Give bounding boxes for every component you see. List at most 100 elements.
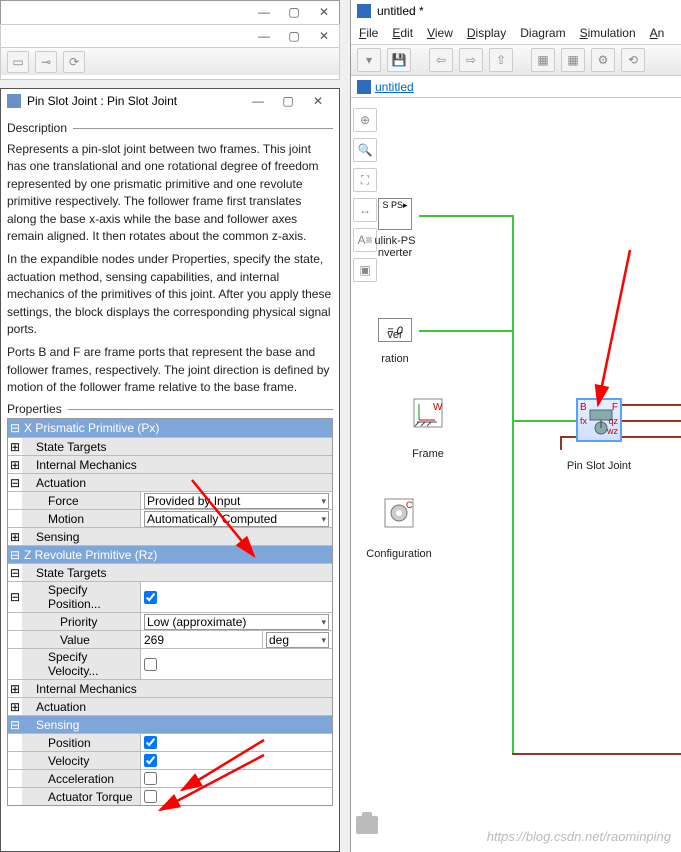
menu-diagram[interactable]: Diagram [520,22,565,44]
expand-icon[interactable]: ⊞ [8,680,22,697]
block-solver[interactable]: = 0 ver ration [378,318,412,342]
properties-grid: ⊟ X Prismatic Primitive (Px) ⊞ State Tar… [7,418,333,806]
tb-new-icon[interactable]: ▾ [357,48,381,72]
tb-scope-icon[interactable]: ▦ [561,48,585,72]
tb-save-icon[interactable]: 💾 [387,48,411,72]
value-label: Value [22,631,140,648]
wire [622,420,681,422]
motion-dropdown[interactable]: Automatically Computed [144,511,329,527]
row-acceleration: Acceleration [8,769,332,787]
bg2-refresh-icon[interactable]: ⟳ [63,51,85,73]
acceleration-checkbox[interactable] [144,772,157,785]
world-frame-caption: Frame [412,448,444,460]
world-frame-icon: W [413,398,443,428]
row-rz-state-targets[interactable]: ⊟ State Targets [8,563,332,581]
wire [622,404,681,406]
simulink-title: untitled * [377,4,424,18]
px-sensing: Sensing [22,528,332,545]
collapse-icon[interactable]: ⊟ [8,582,22,612]
wire [512,215,514,755]
row-rz-sensing[interactable]: ⊟ Sensing [8,715,332,733]
tool-zoomin-icon[interactable]: 🔍 [353,138,377,162]
menu-display[interactable]: Display [467,22,506,44]
tool-image-icon[interactable]: ▣ [353,258,377,282]
menu-edit[interactable]: Edit [392,22,413,44]
priority-label: Priority [22,613,140,630]
block-simulink-ps-converter[interactable]: S PS▸ ulink-PS nverter [378,198,412,230]
block-mech-configuration[interactable]: C Configuration [384,498,414,528]
tool-explore-icon[interactable]: ⊕ [353,108,377,132]
bg2-open-icon[interactable]: ▭ [7,51,29,73]
row-px-state-targets[interactable]: ⊞ State Targets [8,437,332,455]
priority-dropdown[interactable]: Low (approximate) [144,614,329,630]
row-px-internal-mech[interactable]: ⊞ Internal Mechanics [8,455,332,473]
tool-pan-icon[interactable]: ↔ [353,198,377,222]
value-input[interactable] [141,633,262,647]
tb-back-icon[interactable]: ⇦ [429,48,453,72]
velocity-checkbox[interactable] [144,754,157,767]
tb-fwd-icon[interactable]: ⇨ [459,48,483,72]
tb-lib-icon[interactable]: ▦ [531,48,555,72]
value-unit-dropdown[interactable]: deg [266,632,329,648]
cat-z-revolute[interactable]: ⊟ Z Revolute Primitive (Rz) [8,545,332,563]
menu-file[interactable]: File [359,22,378,44]
cat-x-prismatic[interactable]: ⊟ X Prismatic Primitive (Px) [8,419,332,437]
tb-up-icon[interactable]: ⇧ [489,48,513,72]
bg2-close-button[interactable]: ✕ [309,25,339,47]
tab-untitled[interactable]: untitled [375,80,414,94]
tb-link-icon[interactable]: ⟲ [621,48,645,72]
collapse-icon[interactable]: ⊟ [8,546,22,563]
bg-close-button[interactable]: ✕ [309,1,339,23]
wire [512,420,576,422]
converter-caption1: ulink-PS [375,235,416,247]
block-world-frame[interactable]: W Frame [413,398,443,428]
wire [560,436,562,450]
tool-annot-icon[interactable]: A≡ [353,228,377,252]
actuator-torque-checkbox[interactable] [144,790,157,803]
bg2-pin-icon[interactable]: ⊸ [35,51,57,73]
block-pin-slot-joint[interactable]: B F fx qz wz Pin Slot Joint [576,398,622,442]
desc-p3: Ports B and F are frame ports that repre… [7,344,333,396]
simulink-titlebar: untitled * [351,0,681,22]
menu-analysis[interactable]: An [650,22,665,44]
expand-icon[interactable]: ⊞ [8,456,22,473]
row-rz-internal-mech[interactable]: ⊞ Internal Mechanics [8,679,332,697]
spec-velocity-label: Specify Velocity... [22,649,140,679]
menu-view[interactable]: View [427,22,453,44]
collapse-icon[interactable]: ⊟ [8,419,22,437]
bg2-minimize-button[interactable]: — [249,25,279,47]
row-px-sensing[interactable]: ⊞ Sensing [8,527,332,545]
simulink-canvas[interactable]: ⊕ 🔍 ⛶ ↔ A≡ ▣ S PS▸ ulink-PS nverter = 0 [351,98,681,852]
row-force: Force Provided by Input [8,491,332,509]
menu-simulation[interactable]: Simulation [580,22,636,44]
dialog-close-button[interactable]: ✕ [303,90,333,112]
tb-config-icon[interactable]: ⚙ [591,48,615,72]
eq0-caption1: ver [387,329,402,341]
simulink-window: untitled * File Edit View Display Diagra… [350,0,681,852]
dialog-maximize-button[interactable]: ▢ [273,90,303,112]
spec-velocity-checkbox[interactable] [144,658,157,671]
px-state-targets: State Targets [22,438,332,455]
tab-model-icon [357,80,371,94]
dialog-minimize-button[interactable]: — [243,90,273,112]
bg2-maximize-button[interactable]: ▢ [279,25,309,47]
spec-position-checkbox[interactable] [144,591,157,604]
screenshot-icon[interactable] [356,816,378,834]
expand-icon[interactable]: ⊞ [8,528,22,545]
tool-fit-icon[interactable]: ⛶ [353,168,377,192]
expand-icon[interactable]: ⊞ [8,698,22,715]
expand-icon[interactable]: ⊞ [8,438,22,455]
collapse-icon[interactable]: ⊟ [8,474,22,491]
px-actuation: Actuation [22,474,332,491]
svg-text:W: W [433,402,443,413]
collapse-icon[interactable]: ⊟ [8,564,22,581]
port-qz: qz [608,416,618,426]
position-checkbox[interactable] [144,736,157,749]
bg-minimize-button[interactable]: — [249,1,279,23]
row-px-actuation[interactable]: ⊟ Actuation [8,473,332,491]
collapse-icon[interactable]: ⊟ [8,716,22,733]
row-rz-actuation[interactable]: ⊞ Actuation [8,697,332,715]
desc-p1: Represents a pin-slot joint between two … [7,141,333,245]
force-dropdown[interactable]: Provided by Input [144,493,329,509]
bg-maximize-button[interactable]: ▢ [279,1,309,23]
